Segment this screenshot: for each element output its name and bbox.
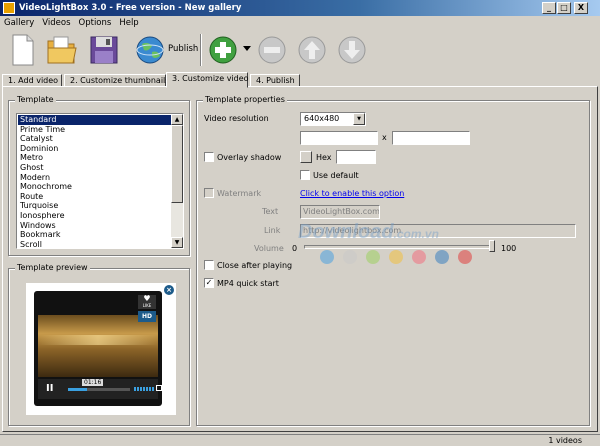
template-preview: ♥ LIKE HD II 01:16 × bbox=[26, 283, 176, 415]
resolution-times-label: x bbox=[382, 133, 387, 142]
watermark-dot bbox=[343, 250, 357, 264]
template-list-item[interactable]: Dominion bbox=[18, 144, 171, 154]
template-list-item[interactable]: Ghost bbox=[18, 163, 171, 173]
video-player-preview: ♥ LIKE HD II 01:16 bbox=[34, 291, 162, 406]
close-button[interactable]: X bbox=[574, 2, 588, 14]
mp4-quick-start-label: MP4 quick start bbox=[217, 279, 279, 288]
template-list-item[interactable]: Modern bbox=[18, 173, 171, 183]
watermark-dot bbox=[412, 250, 426, 264]
volume-min-label: 0 bbox=[292, 244, 298, 253]
progress-bar bbox=[68, 388, 130, 391]
volume-bars-icon bbox=[134, 387, 154, 391]
template-list-item[interactable]: Prime Time bbox=[18, 125, 171, 135]
toolbar-separator bbox=[200, 34, 202, 66]
menu-gallery[interactable]: Gallery bbox=[2, 18, 40, 28]
new-gallery-icon[interactable] bbox=[4, 32, 40, 68]
app-icon bbox=[3, 2, 15, 14]
template-list-item[interactable]: Turquoise bbox=[18, 201, 171, 211]
volume-slider[interactable] bbox=[304, 240, 495, 252]
toolbar: Publish bbox=[0, 30, 600, 72]
watermark-logo: Download.com.vn bbox=[298, 221, 439, 243]
volume-slider-thumb[interactable] bbox=[489, 240, 495, 252]
template-properties-title: Template properties bbox=[203, 95, 287, 104]
add-video-icon[interactable] bbox=[206, 32, 242, 68]
chevron-down-icon: ▼ bbox=[353, 113, 365, 125]
shadow-color-button[interactable] bbox=[300, 151, 312, 163]
title-bar: VideoLightBox 3.0 - Free version - New g… bbox=[0, 0, 600, 16]
close-after-playing-label: Close after playing bbox=[217, 261, 293, 270]
overlay-shadow-label: Overlay shadow bbox=[217, 153, 282, 162]
fullscreen-icon bbox=[156, 385, 162, 391]
hd-badge: HD bbox=[138, 311, 156, 322]
window-title: VideoLightBox 3.0 - Free version - New g… bbox=[19, 3, 242, 13]
menu-options[interactable]: Options bbox=[77, 18, 118, 28]
status-bar: 1 videos bbox=[0, 434, 600, 446]
watermark-dot bbox=[320, 250, 334, 264]
watermark-dot bbox=[435, 250, 449, 264]
pause-icon: II bbox=[46, 383, 54, 394]
move-down-icon[interactable] bbox=[334, 32, 370, 68]
scroll-thumb[interactable] bbox=[171, 125, 183, 203]
publish-button[interactable]: Publish bbox=[168, 44, 198, 54]
scroll-up-icon[interactable]: ▲ bbox=[171, 114, 183, 125]
menu-videos[interactable]: Videos bbox=[40, 18, 76, 28]
resolution-width-input[interactable] bbox=[300, 131, 378, 145]
template-list-item[interactable]: Ionosphere bbox=[18, 211, 171, 221]
volume-max-label: 100 bbox=[501, 244, 517, 253]
watermark-label: Watermark bbox=[217, 189, 262, 198]
watermark-dot bbox=[366, 250, 380, 264]
player-control-bar: II 01:16 bbox=[38, 379, 162, 399]
template-list-item[interactable]: Bookmark bbox=[18, 230, 171, 240]
video-resolution-label: Video resolution bbox=[204, 114, 269, 123]
remove-video-icon[interactable] bbox=[254, 32, 290, 68]
template-list-item[interactable]: Metro bbox=[18, 153, 171, 163]
resolution-height-input[interactable] bbox=[392, 131, 470, 145]
move-up-icon[interactable] bbox=[294, 32, 330, 68]
watermark-checkbox[interactable] bbox=[204, 188, 214, 198]
use-default-checkbox[interactable] bbox=[300, 170, 310, 180]
enable-option-link[interactable]: Click to enable this option bbox=[300, 189, 404, 198]
template-list[interactable]: Standard Prime Time Catalyst Dominion Metro G… bbox=[16, 113, 184, 249]
template-list-item[interactable]: Route bbox=[18, 192, 171, 202]
close-after-playing-checkbox[interactable] bbox=[204, 260, 214, 270]
template-list-item[interactable]: Scroll bbox=[18, 240, 171, 248]
chevron-down-icon[interactable] bbox=[243, 46, 251, 52]
template-list-item[interactable]: Standard bbox=[18, 115, 171, 125]
watermark-dot bbox=[458, 250, 472, 264]
watermark-dots bbox=[320, 250, 472, 264]
mp4-quick-start-checkbox[interactable]: ✓ bbox=[204, 278, 214, 288]
template-list-item[interactable]: Windows bbox=[18, 221, 171, 231]
maximize-button[interactable]: □ bbox=[557, 2, 571, 14]
link-label: Link bbox=[264, 226, 281, 235]
template-list-item[interactable]: Catalyst bbox=[18, 134, 171, 144]
watermark-text-input[interactable]: VideoLightBox.com bbox=[300, 205, 380, 219]
overlay-shadow-checkbox[interactable] bbox=[204, 152, 214, 162]
template-group-title: Template bbox=[15, 95, 56, 104]
volume-label: Volume bbox=[254, 244, 284, 253]
hex-input[interactable] bbox=[336, 150, 376, 164]
text-label: Text bbox=[262, 207, 279, 216]
video-frame bbox=[38, 315, 158, 377]
save-icon[interactable] bbox=[86, 32, 122, 68]
video-resolution-select[interactable]: 640x480 ▼ bbox=[300, 112, 366, 126]
watermark-dot bbox=[389, 250, 403, 264]
hex-label: Hex bbox=[316, 153, 332, 162]
template-items: Standard Prime Time Catalyst Dominion Metro G… bbox=[18, 115, 171, 248]
menu-bar: Gallery Videos Options Help bbox=[0, 16, 600, 30]
time-label: 01:16 bbox=[82, 379, 104, 386]
video-count: 1 videos bbox=[548, 436, 582, 445]
minimize-button[interactable]: _ bbox=[542, 2, 556, 14]
publish-globe-icon[interactable] bbox=[132, 32, 168, 68]
like-badge: ♥ LIKE bbox=[138, 295, 156, 309]
menu-help[interactable]: Help bbox=[117, 18, 144, 28]
template-preview-title: Template preview bbox=[15, 263, 90, 272]
tab-customize-video[interactable]: 3. Customize video bbox=[166, 72, 249, 88]
template-list-scrollbar[interactable]: ▲ ▼ bbox=[171, 114, 183, 248]
scroll-down-icon[interactable]: ▼ bbox=[171, 237, 183, 248]
use-default-label: Use default bbox=[313, 171, 359, 180]
open-folder-icon[interactable] bbox=[44, 32, 80, 68]
close-circle-icon: × bbox=[164, 285, 174, 295]
template-list-item[interactable]: Monochrome bbox=[18, 182, 171, 192]
